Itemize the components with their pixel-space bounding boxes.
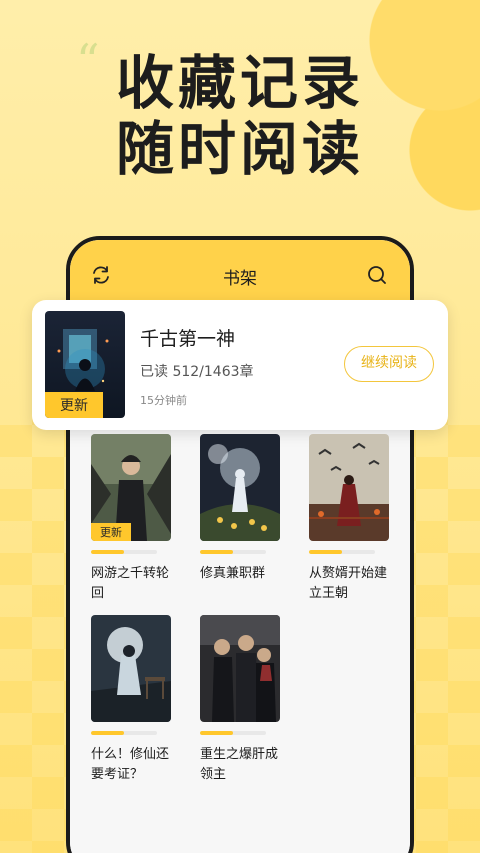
update-badge: 更新 — [91, 523, 131, 541]
featured-book-card[interactable]: 更新 千古第一神 已读 512/1463章 15分钟前 继续阅读 — [32, 300, 448, 430]
reading-progress-bar — [200, 550, 266, 554]
book-cover[interactable] — [91, 615, 171, 722]
book-item[interactable]: 更新 网游之千转轮回 — [91, 434, 171, 604]
reading-progress-bar — [91, 550, 157, 554]
book-item[interactable]: 重生之爆肝成领主 — [200, 615, 280, 785]
book-title[interactable]: 从赘婿开始建立王朝 — [309, 564, 397, 604]
featured-book-title[interactable]: 千古第一神 — [140, 324, 235, 351]
reading-progress-bar — [309, 550, 375, 554]
book-title[interactable]: 重生之爆肝成领主 — [200, 745, 288, 785]
book-item[interactable]: 修真兼职群 — [200, 434, 280, 584]
promo-line-1: 收藏记录 — [115, 49, 364, 117]
update-badge: 更新 — [45, 392, 103, 418]
continue-reading-button[interactable]: 继续阅读 — [344, 346, 434, 382]
promo-line-2: 随时阅读 — [115, 115, 364, 183]
page-title: 书架 — [223, 269, 257, 289]
book-title[interactable]: 什么！修仙还要考证？ — [91, 745, 179, 785]
book-cover[interactable] — [309, 434, 389, 541]
featured-book-progress: 已读 512/1463章 — [140, 364, 254, 380]
book-item[interactable]: 从赘婿开始建立王朝 — [309, 434, 389, 604]
featured-book-cover[interactable]: 更新 — [45, 311, 125, 418]
reading-progress-bar — [200, 731, 266, 735]
search-icon[interactable] — [366, 264, 388, 286]
book-title[interactable]: 修真兼职群 — [200, 564, 288, 584]
book-cover[interactable] — [200, 615, 280, 722]
book-cover[interactable]: 更新 — [91, 434, 171, 541]
featured-book-time: 15分钟前 — [140, 394, 187, 407]
book-item[interactable]: 什么！修仙还要考证？ — [91, 615, 171, 785]
promo-headline: 收藏记录 随时阅读 — [0, 50, 480, 182]
reading-progress-bar — [91, 731, 157, 735]
book-cover[interactable] — [200, 434, 280, 541]
book-title[interactable]: 网游之千转轮回 — [91, 564, 179, 604]
